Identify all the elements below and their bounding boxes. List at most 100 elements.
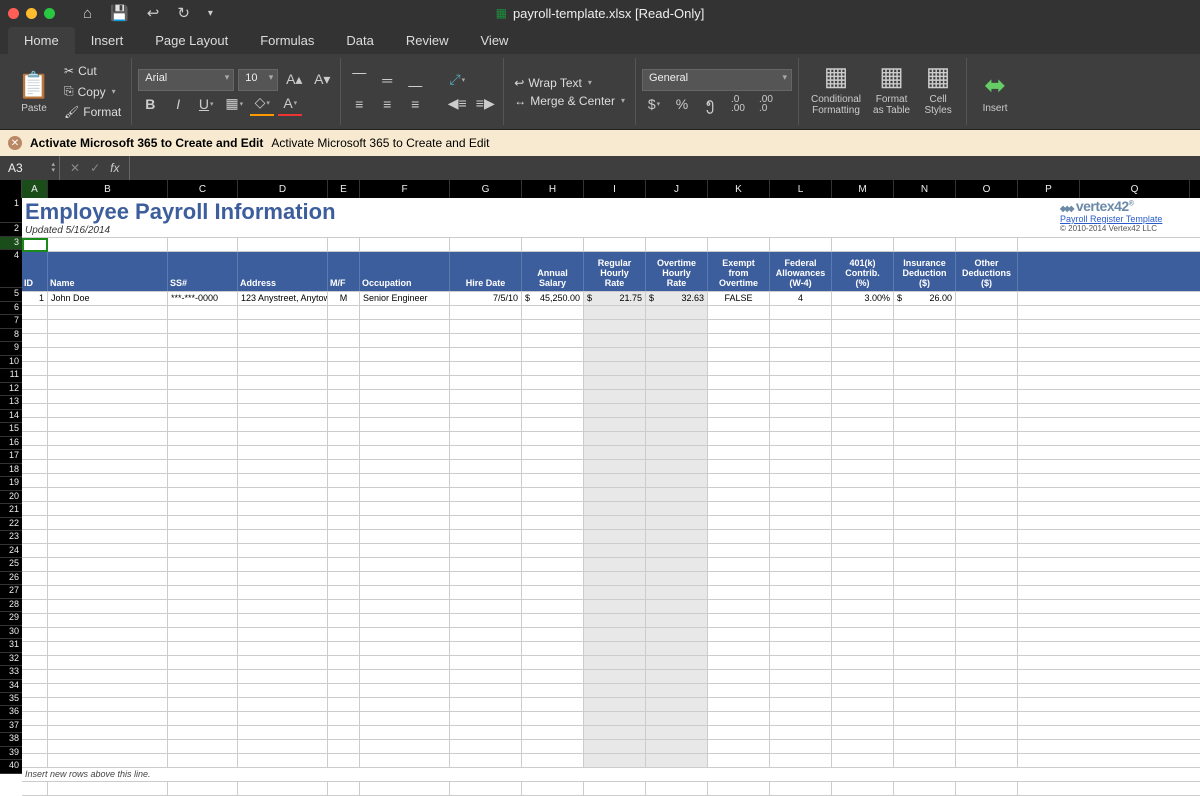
column-header-J[interactable]: J: [646, 180, 708, 198]
row-header-15[interactable]: 15: [0, 423, 22, 436]
align-right-icon[interactable]: ≡: [403, 92, 427, 116]
row-header-32[interactable]: 32: [0, 653, 22, 666]
cancel-formula-icon[interactable]: ✕: [70, 161, 80, 175]
decrease-font-icon[interactable]: A▾: [310, 68, 334, 92]
column-header-O[interactable]: O: [956, 180, 1018, 198]
row-header-35[interactable]: 35: [0, 693, 22, 706]
window-maximize-button[interactable]: [44, 8, 55, 19]
column-header-I[interactable]: I: [584, 180, 646, 198]
row-header-5[interactable]: 5: [0, 288, 22, 301]
wrap-text-button[interactable]: ↩Wrap Text: [510, 74, 629, 92]
formula-input[interactable]: [129, 156, 1200, 180]
column-header-K[interactable]: K: [708, 180, 770, 198]
conditional-formatting-button[interactable]: ▦Conditional Formatting: [805, 58, 867, 125]
row-header-10[interactable]: 10: [0, 356, 22, 369]
select-all-corner[interactable]: [0, 180, 22, 198]
column-header-H[interactable]: H: [522, 180, 584, 198]
row-header-8[interactable]: 8: [0, 329, 22, 342]
row-header-36[interactable]: 36: [0, 706, 22, 719]
row-header-38[interactable]: 38: [0, 733, 22, 746]
save-icon[interactable]: 💾: [110, 4, 129, 22]
italic-button[interactable]: I: [166, 92, 190, 116]
row-header-31[interactable]: 31: [0, 639, 22, 652]
fx-icon[interactable]: fx: [110, 161, 119, 175]
row-header-20[interactable]: 20: [0, 491, 22, 504]
row-header-23[interactable]: 23: [0, 531, 22, 544]
column-header-G[interactable]: G: [450, 180, 522, 198]
font-color-button[interactable]: A: [278, 92, 302, 116]
row-header-27[interactable]: 27: [0, 585, 22, 598]
column-header-B[interactable]: B: [48, 180, 168, 198]
comma-button[interactable]: ၅: [698, 92, 722, 116]
column-header-M[interactable]: M: [832, 180, 894, 198]
borders-button[interactable]: ▦: [222, 92, 246, 116]
row-header-39[interactable]: 39: [0, 747, 22, 760]
font-family-select[interactable]: Arial: [138, 69, 234, 91]
home-icon[interactable]: ⌂: [83, 5, 92, 22]
row-header-17[interactable]: 17: [0, 450, 22, 463]
enter-formula-icon[interactable]: ✓: [90, 161, 100, 175]
row-header-34[interactable]: 34: [0, 680, 22, 693]
row-header-29[interactable]: 29: [0, 612, 22, 625]
row-header-6[interactable]: 6: [0, 302, 22, 315]
row-header-2[interactable]: 2: [0, 223, 22, 236]
window-close-button[interactable]: [8, 8, 19, 19]
paste-button[interactable]: 📋 Paste: [12, 67, 56, 116]
row-header-26[interactable]: 26: [0, 572, 22, 585]
percent-button[interactable]: %: [670, 92, 694, 116]
column-header-F[interactable]: F: [360, 180, 450, 198]
row-header-37[interactable]: 37: [0, 720, 22, 733]
align-left-icon[interactable]: ≡: [347, 92, 371, 116]
row-header-1[interactable]: 1: [0, 198, 22, 223]
column-header-C[interactable]: C: [168, 180, 238, 198]
tab-page-layout[interactable]: Page Layout: [139, 27, 244, 54]
currency-button[interactable]: $: [642, 92, 666, 116]
undo-icon[interactable]: ↩: [147, 4, 160, 22]
column-header-Q[interactable]: Q: [1080, 180, 1190, 198]
font-size-select[interactable]: 10: [238, 69, 278, 91]
row-header-11[interactable]: 11: [0, 369, 22, 382]
decrease-decimal-button[interactable]: .00.0: [754, 92, 778, 116]
more-toolbar-icon[interactable]: ▾: [208, 8, 213, 19]
tab-view[interactable]: View: [465, 27, 525, 54]
column-header-N[interactable]: N: [894, 180, 956, 198]
decrease-indent-icon[interactable]: ◀≡: [445, 92, 469, 116]
column-header-L[interactable]: L: [770, 180, 832, 198]
cell-styles-button[interactable]: ▦Cell Styles: [916, 58, 960, 125]
bold-button[interactable]: B: [138, 92, 162, 116]
cut-button[interactable]: ✂Cut: [60, 62, 125, 80]
row-header-16[interactable]: 16: [0, 437, 22, 450]
row-header-21[interactable]: 21: [0, 504, 22, 517]
merge-center-button[interactable]: ↔Merge & Center: [510, 92, 629, 110]
row-header-28[interactable]: 28: [0, 599, 22, 612]
row-header-24[interactable]: 24: [0, 545, 22, 558]
row-header-7[interactable]: 7: [0, 315, 22, 328]
insert-cells-button[interactable]: ⬌Insert: [973, 67, 1017, 116]
increase-decimal-button[interactable]: .0.00: [726, 92, 750, 116]
tab-data[interactable]: Data: [330, 27, 389, 54]
orientation-icon[interactable]: ⤢: [445, 68, 469, 92]
underline-button[interactable]: U: [194, 92, 218, 116]
row-header-13[interactable]: 13: [0, 396, 22, 409]
row-header-22[interactable]: 22: [0, 518, 22, 531]
row-header-18[interactable]: 18: [0, 464, 22, 477]
align-bottom-icon[interactable]: ⎽: [403, 68, 427, 92]
template-link[interactable]: Payroll Register Template: [1060, 214, 1162, 224]
row-header-19[interactable]: 19: [0, 477, 22, 490]
column-header-P[interactable]: P: [1018, 180, 1080, 198]
format-as-table-button[interactable]: ▦Format as Table: [867, 58, 916, 125]
tab-home[interactable]: Home: [8, 27, 75, 54]
close-activation-icon[interactable]: ✕: [8, 136, 22, 150]
increase-indent-icon[interactable]: ≡▶: [473, 92, 497, 116]
redo-icon[interactable]: ↻: [177, 4, 190, 22]
row-header-40[interactable]: 40: [0, 760, 22, 773]
align-center-icon[interactable]: ≡: [375, 92, 399, 116]
row-header-14[interactable]: 14: [0, 410, 22, 423]
spreadsheet-grid[interactable]: 1234567891011121314151617181920212223242…: [0, 198, 1200, 774]
column-header-A[interactable]: A: [22, 180, 48, 198]
window-minimize-button[interactable]: [26, 8, 37, 19]
fill-color-button[interactable]: ◇: [250, 92, 274, 116]
activation-text[interactable]: Activate Microsoft 365 to Create and Edi…: [271, 136, 489, 150]
copy-button[interactable]: ⎘Copy: [60, 82, 125, 101]
column-header-D[interactable]: D: [238, 180, 328, 198]
